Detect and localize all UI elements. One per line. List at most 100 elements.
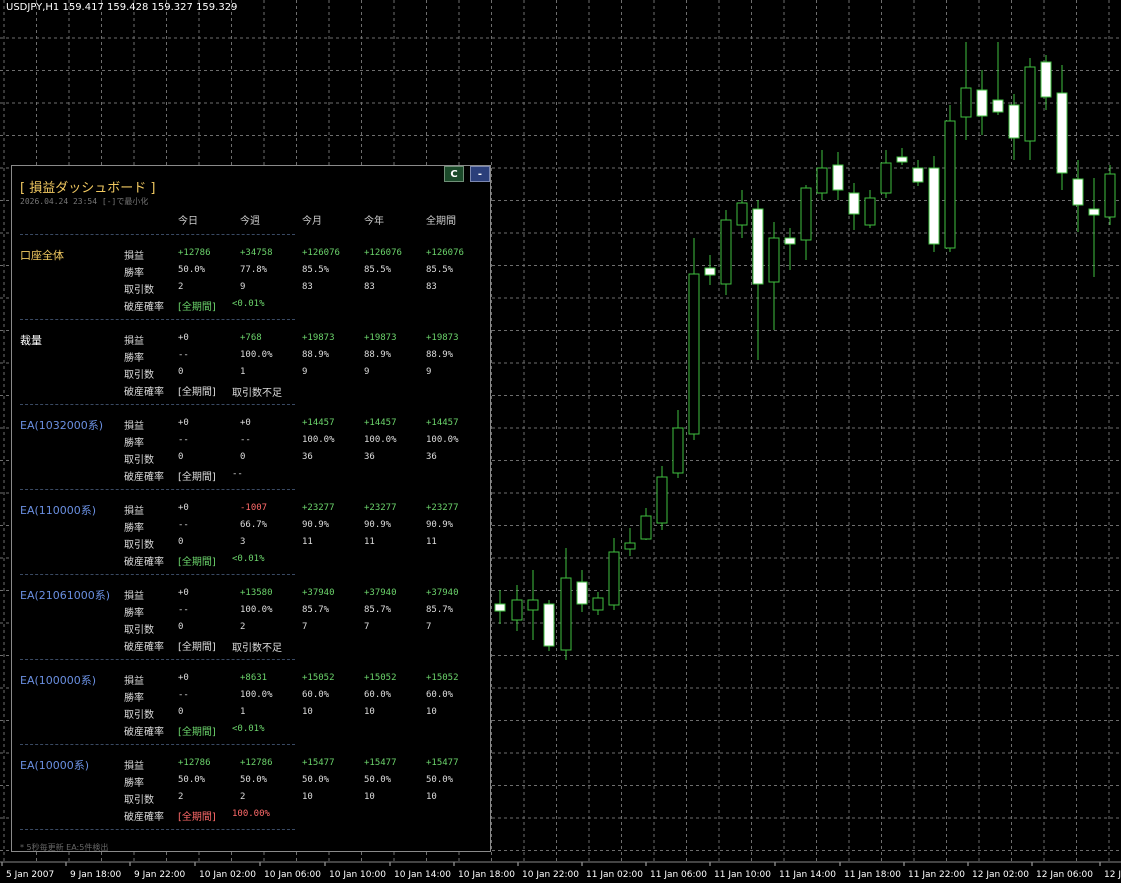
minimize-button[interactable]: - — [470, 166, 490, 182]
group-name: EA(21061000系) — [20, 589, 111, 602]
win-value: 88.9% — [364, 350, 392, 360]
pnl-value: -1007 — [240, 503, 268, 513]
win-value: 100.0% — [240, 350, 273, 360]
candle-body-bearish — [896, 156, 908, 163]
candle-body-bearish — [494, 603, 506, 612]
win-value: 50.0% — [364, 775, 392, 785]
row-label-pnl: 損益 — [124, 761, 144, 772]
win-value: 90.9% — [426, 520, 454, 530]
row-label-ruin: 破産確率 — [124, 387, 164, 398]
ruin-period-tag: [全期間] — [178, 727, 216, 738]
win-value: 50.0% — [240, 775, 268, 785]
time-axis-label: 11 Jan 06:00 — [650, 870, 707, 880]
pnl-dashboard-panel[interactable]: C - [ 損益ダッシュボード ] 2026.04.24 23:54 [-]で最… — [11, 165, 491, 852]
pnl-value: +768 — [240, 333, 262, 343]
candle-body-bullish — [656, 476, 668, 524]
candle-body-bullish — [864, 197, 876, 226]
candle-body-bearish — [912, 167, 924, 183]
candle-body-bullish — [1104, 173, 1116, 218]
candle-body-bearish — [752, 208, 764, 285]
trades-value: 36 — [302, 452, 313, 462]
win-value: 100.0% — [240, 605, 273, 615]
pnl-value: +12786 — [240, 758, 273, 768]
trades-value: 2 — [240, 792, 246, 802]
trades-value: 83 — [426, 282, 437, 292]
ruin-value: 100.00% — [232, 809, 270, 819]
row-label-trades: 取引数 — [124, 625, 154, 636]
trades-value: 0 — [178, 622, 184, 632]
candle-body-bearish — [1072, 178, 1084, 206]
ruin-value: <0.01% — [232, 554, 265, 564]
row-label-pnl: 損益 — [124, 676, 144, 687]
row-label-trades: 取引数 — [124, 285, 154, 296]
time-axis-label: 12 Jan — [1104, 870, 1121, 880]
win-value: 50.0% — [426, 775, 454, 785]
time-axis-label: 10 Jan 06:00 — [264, 870, 321, 880]
group-name: EA(100000系) — [20, 674, 97, 687]
ruin-period-tag: [全期間] — [178, 557, 216, 568]
row-label-win: 勝率 — [124, 268, 144, 279]
trades-value: 1 — [240, 707, 246, 717]
row-label-pnl: 損益 — [124, 421, 144, 432]
pnl-value: +8631 — [240, 673, 268, 683]
panel-title: [ 損益ダッシュボード ] — [20, 181, 156, 196]
win-value: 85.7% — [302, 605, 330, 615]
time-axis-label: 10 Jan 10:00 — [329, 870, 386, 880]
pnl-value: +23277 — [364, 503, 397, 513]
win-value: 90.9% — [302, 520, 330, 530]
win-value: -- — [178, 605, 189, 615]
trades-value: 10 — [364, 707, 375, 717]
pnl-value: +37940 — [302, 588, 335, 598]
win-value: 77.8% — [240, 265, 268, 275]
candle-body-bullish — [960, 87, 972, 118]
row-label-ruin: 破産確率 — [124, 727, 164, 738]
candle-body-bullish — [640, 515, 652, 540]
win-value: 88.9% — [302, 350, 330, 360]
candle-body-bullish — [944, 120, 956, 249]
win-value: 50.0% — [178, 775, 206, 785]
ruin-value: 取引数不足 — [232, 388, 282, 399]
trades-value: 10 — [426, 707, 437, 717]
trades-value: 0 — [178, 452, 184, 462]
trades-value: 2 — [178, 282, 184, 292]
win-value: 88.9% — [426, 350, 454, 360]
row-label-ruin: 破産確率 — [124, 302, 164, 313]
candle-body-bearish — [1056, 92, 1068, 174]
symbol-info: USDJPY,H1 159.417 159.428 159.327 159.32… — [6, 2, 238, 13]
row-label-win: 勝率 — [124, 778, 144, 789]
ruin-value: <0.01% — [232, 299, 265, 309]
time-axis-label: 10 Jan 22:00 — [522, 870, 579, 880]
candle-body-bullish — [880, 162, 892, 194]
trades-value: 9 — [426, 367, 432, 377]
pnl-value: +34758 — [240, 248, 273, 258]
time-axis-label: 11 Jan 02:00 — [586, 870, 643, 880]
candle-body-bearish — [576, 581, 588, 605]
row-label-win: 勝率 — [124, 438, 144, 449]
col-header-month: 今月 — [302, 216, 322, 227]
pnl-value: +0 — [178, 333, 189, 343]
win-value: 60.0% — [302, 690, 330, 700]
clear-button[interactable]: C — [444, 166, 464, 182]
row-label-win: 勝率 — [124, 523, 144, 534]
win-value: 60.0% — [426, 690, 454, 700]
pnl-value: +0 — [178, 503, 189, 513]
pnl-value: +19873 — [302, 333, 335, 343]
trades-value: 0 — [240, 452, 246, 462]
panel-subtitle: 2026.04.24 23:54 [-]で最小化 — [20, 197, 149, 206]
pnl-value: +19873 — [364, 333, 397, 343]
trades-value: 9 — [364, 367, 370, 377]
group-separator — [20, 744, 295, 745]
group-separator — [20, 319, 295, 320]
win-value: -- — [178, 435, 189, 445]
pnl-value: +15052 — [364, 673, 397, 683]
trades-value: 7 — [426, 622, 432, 632]
pnl-value: +14457 — [302, 418, 335, 428]
panel-footer: * 5秒毎更新 EA:5件検出 — [20, 843, 109, 852]
trades-value: 9 — [302, 367, 308, 377]
trades-value: 10 — [302, 792, 313, 802]
trades-value: 7 — [302, 622, 308, 632]
trades-value: 11 — [364, 537, 375, 547]
pnl-value: +126076 — [302, 248, 340, 258]
candle-body-bullish — [527, 599, 539, 611]
row-label-pnl: 損益 — [124, 506, 144, 517]
